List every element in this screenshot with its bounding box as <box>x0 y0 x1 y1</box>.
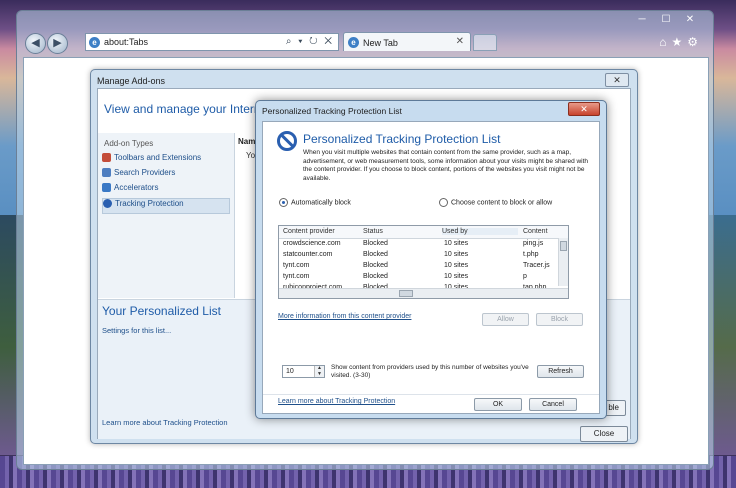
stepper-arrows[interactable]: ▲ ▼ <box>314 365 324 377</box>
col-content[interactable]: Content <box>523 228 548 235</box>
cell-content: p <box>523 273 527 280</box>
cancel-button[interactable]: Cancel <box>529 398 577 411</box>
cell-provider: statcounter.com <box>283 251 333 258</box>
settings-link[interactable]: Settings for this list... <box>102 326 171 335</box>
minimize-button[interactable]: ─ <box>631 13 653 27</box>
address-controls[interactable]: ⌕ ▾ ↻ ✕ <box>286 36 334 47</box>
forward-button[interactable]: ▶ <box>47 33 68 54</box>
block-icon <box>277 131 297 151</box>
address-bar[interactable]: e about:Tabs ⌕ ▾ ↻ ✕ <box>85 33 339 51</box>
table-header: Content provider Status Used by Content <box>279 226 568 239</box>
content-provider-table: Content provider Status Used by Content … <box>278 225 569 299</box>
maximize-button[interactable]: ☐ <box>655 13 677 27</box>
ptp-panel: Personalized Tracking Protection List Wh… <box>262 121 600 414</box>
new-tab-button[interactable] <box>473 34 497 51</box>
radio-label: Choose content to block or allow <box>451 199 553 207</box>
table-row[interactable]: tynt.com Blocked 10 sites p <box>279 272 568 283</box>
tab-label: New Tab <box>363 38 398 48</box>
scroll-thumb[interactable] <box>399 290 413 297</box>
addons-close-icon[interactable]: ✕ <box>605 73 629 87</box>
cell-used-by: 10 sites <box>444 262 469 269</box>
home-icon[interactable]: ⌂ <box>659 35 671 49</box>
allow-button[interactable]: Allow <box>482 313 529 326</box>
ptp-heading: Personalized Tracking Protection List <box>303 132 501 146</box>
addon-types-label: Add-on Types <box>104 139 154 148</box>
stepper-value[interactable]: 10 <box>286 368 294 375</box>
learn-more-link[interactable]: Learn more about Tracking Protection <box>278 398 395 405</box>
radio-label: Automatically block <box>291 199 351 207</box>
gear-icon[interactable]: ⚙ <box>687 35 703 49</box>
ie-tab-icon: e <box>348 37 359 48</box>
type-label: Toolbars and Extensions <box>114 153 202 162</box>
table-row[interactable]: tynt.com Blocked 10 sites Tracer.js <box>279 261 568 272</box>
tab-close-icon[interactable]: ✕ <box>456 36 464 47</box>
cell-status: Blocked <box>363 251 388 258</box>
radio-automatically-block[interactable]: Automatically block <box>279 198 351 207</box>
cell-used-by: 10 sites <box>444 240 469 247</box>
personal-list-title: Your Personalized List <box>102 304 221 318</box>
radio-choose-content[interactable]: Choose content to block or allow <box>439 198 552 207</box>
radio-selected-icon <box>279 198 288 207</box>
ie-page-icon: e <box>89 37 100 48</box>
scroll-thumb[interactable] <box>560 241 567 251</box>
gear-icon <box>102 153 111 163</box>
col-content-provider[interactable]: Content provider <box>283 228 335 235</box>
ptp-description: When you visit multiple websites that co… <box>303 149 589 182</box>
cell-status: Blocked <box>363 240 388 247</box>
cell-provider: tynt.com <box>283 262 310 269</box>
horizontal-scrollbar[interactable] <box>279 288 568 298</box>
addon-types-pane: Add-on Types Toolbars and Extensions Sea… <box>98 133 235 298</box>
cell-content: Tracer.js <box>523 262 550 269</box>
search-icon <box>102 168 111 178</box>
dialog-title: Manage Add-ons <box>97 76 166 86</box>
type-label: Accelerators <box>114 183 159 192</box>
site-count-stepper[interactable]: 10 ▲ ▼ <box>282 365 325 378</box>
type-accelerators[interactable]: Accelerators <box>102 183 228 197</box>
block-icon <box>103 199 112 209</box>
learn-more-link[interactable]: Learn more about Tracking Protection <box>102 418 228 427</box>
divider <box>263 394 599 395</box>
type-label: Search Providers <box>114 168 176 177</box>
browser-toolbar: ◀ ▶ e about:Tabs ⌕ ▾ ↻ ✕ e New Tab ✕ ⌂★⚙ <box>17 31 713 57</box>
table-row[interactable]: statcounter.com Blocked 10 sites t.php <box>279 250 568 261</box>
close-window-button[interactable]: ✕ <box>679 13 701 27</box>
dialog-title: Personalized Tracking Protection List <box>262 106 402 116</box>
radio-unselected-icon <box>439 198 448 207</box>
close-icon[interactable]: ✕ <box>568 102 600 116</box>
type-label: Tracking Protection <box>115 199 184 208</box>
tab-new-tab[interactable]: e New Tab ✕ <box>343 32 471 51</box>
accelerator-icon <box>102 183 111 193</box>
cell-provider: tynt.com <box>283 273 310 280</box>
address-url[interactable]: about:Tabs <box>104 37 148 47</box>
cell-content: t.php <box>523 251 539 258</box>
cell-used-by: 10 sites <box>444 251 469 258</box>
vertical-scrollbar[interactable] <box>558 238 568 286</box>
refresh-button[interactable]: Refresh <box>537 365 584 378</box>
close-button[interactable]: Close <box>580 426 628 442</box>
stepper-label: Show content from providers used by this… <box>331 364 529 379</box>
cell-status: Blocked <box>363 273 388 280</box>
more-info-link[interactable]: More information from this content provi… <box>278 313 411 320</box>
cell-used-by: 10 sites <box>444 273 469 280</box>
star-icon[interactable]: ★ <box>671 35 687 49</box>
command-icons: ⌂★⚙ <box>659 35 703 49</box>
block-button[interactable]: Block <box>536 313 583 326</box>
col-status[interactable]: Status <box>363 228 383 235</box>
cell-provider: crowdscience.com <box>283 240 341 247</box>
cell-status: Blocked <box>363 262 388 269</box>
cell-content: ping.js <box>523 240 544 247</box>
type-search-providers[interactable]: Search Providers <box>102 168 228 182</box>
type-toolbars-extensions[interactable]: Toolbars and Extensions <box>102 153 228 167</box>
table-row[interactable]: crowdscience.com Blocked 10 sites ping.j… <box>279 239 568 250</box>
ok-button[interactable]: OK <box>474 398 522 411</box>
col-used-by[interactable]: Used by <box>442 228 518 235</box>
back-button[interactable]: ◀ <box>25 33 46 54</box>
type-tracking-protection[interactable]: Tracking Protection <box>102 198 230 214</box>
tracking-protection-dialog: Personalized Tracking Protection List ✕ … <box>255 100 607 419</box>
